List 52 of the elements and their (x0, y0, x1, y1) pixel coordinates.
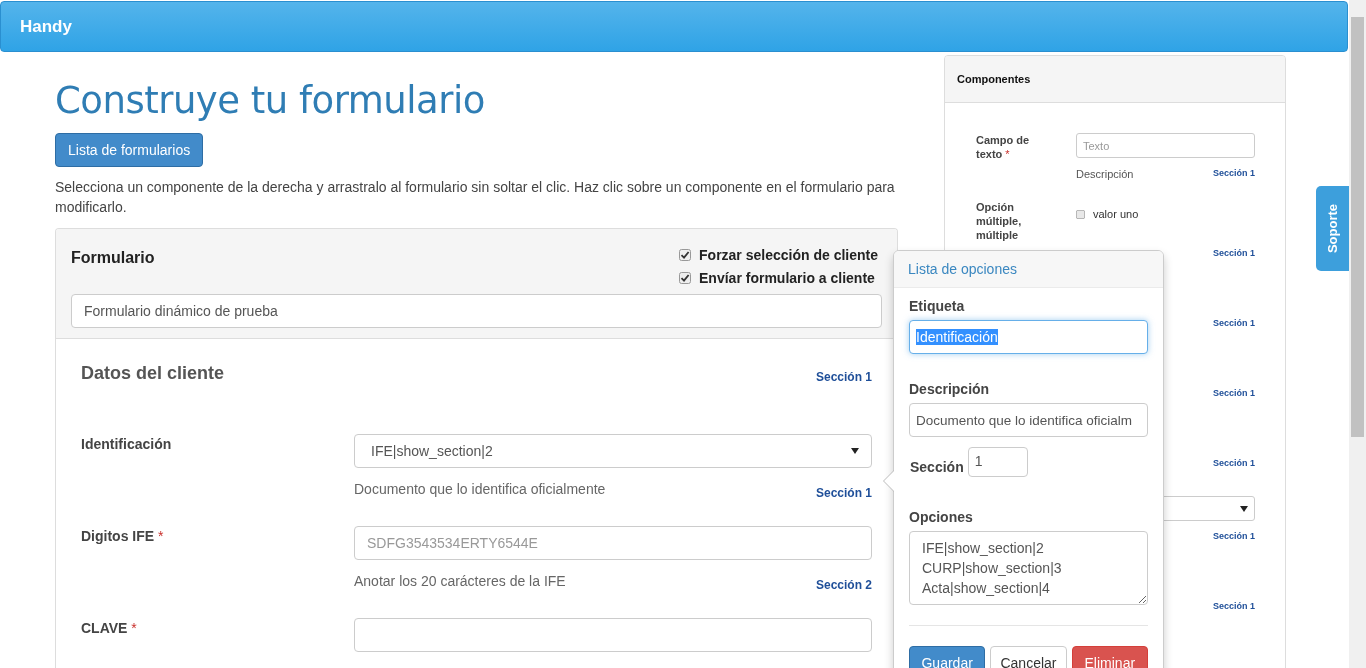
component-label: Opción múltiple, múltiple (976, 200, 1023, 242)
field-label: Identificación (81, 435, 173, 454)
scrollbar[interactable] (1349, 0, 1366, 668)
section-label: Sección 1 (815, 485, 872, 500)
field-label: Sección (910, 458, 964, 475)
field-label: Descripción (909, 381, 991, 397)
brand-link[interactable]: Handy (20, 16, 72, 37)
form-list-button[interactable]: Lista de formularios (55, 133, 204, 167)
checkbox[interactable] (1076, 209, 1085, 219)
section-title: Datos del cliente (81, 363, 225, 384)
section-label: Sección 1 (1212, 458, 1255, 468)
checked-checkbox[interactable] (679, 249, 692, 261)
description-field[interactable]: Documento que lo identifica oficialm (909, 403, 1148, 437)
select-field[interactable]: IFE|show_section|2 (354, 434, 872, 468)
field-label: Etiqueta (909, 298, 966, 314)
component-label: Campo de texto * (976, 133, 1031, 161)
page-title: Construye tu formulario (55, 79, 486, 123)
form-name-field[interactable]: Formulario dinámico de prueba (71, 294, 882, 328)
checkbox-label: Forzar selección de cliente (699, 247, 878, 263)
save-button[interactable]: Guardar (909, 646, 986, 668)
input-field[interactable] (354, 618, 872, 652)
delete-button[interactable]: Eliminar (1071, 646, 1148, 668)
option-label: valor uno (1093, 208, 1139, 220)
caret-icon (851, 448, 859, 454)
cancel-button[interactable]: Cancelar (990, 646, 1067, 668)
section-label: Sección 1 (1212, 318, 1255, 328)
section-label: Sección 1 (815, 370, 872, 384)
panel-title: Formulario (71, 249, 155, 268)
field-label: Opciones (909, 509, 974, 525)
help-text: Documento que lo identifica oficialmente (354, 481, 606, 499)
section-label: Sección 1 (1212, 168, 1255, 180)
instructions-text: Selecciona un componente de la derecha y arrastralo al formulario sin soltar el clic. Haz clic sobre un componente en el formulario para modificarlo. (55, 178, 896, 217)
help-text: Descripción (1076, 168, 1134, 180)
field-label: Digitos IFE * (81, 527, 165, 546)
help-text: Anotar los 20 carácteres de la IFE (354, 573, 566, 591)
section-label: Sección 1 (1212, 601, 1255, 611)
label-field[interactable]: Identificación (909, 320, 1148, 354)
support-tab[interactable]: Soporte (1316, 186, 1349, 271)
popover-title: Lista de opciones (908, 261, 1017, 277)
section-label: Sección 2 (815, 577, 872, 592)
panel-title: Componentes (957, 73, 1031, 85)
input-field[interactable]: Texto (1076, 133, 1255, 158)
caret-icon (1240, 505, 1248, 512)
options-field[interactable]: IFE|show_section|2 CURP|show_section|3 Acta|show_section|4 (909, 531, 1148, 605)
field-label: CLAVE * (81, 619, 138, 638)
checked-checkbox[interactable] (679, 272, 692, 284)
section-label: Sección 1 (1212, 248, 1255, 258)
section-field[interactable]: 1 (967, 447, 1028, 477)
section-label: Sección 1 (1212, 388, 1255, 398)
input-field[interactable]: SDFG3543534ERTY6544E (354, 526, 872, 560)
section-label: Sección 1 (1212, 531, 1255, 541)
checkbox-label: Envíar formulario a cliente (699, 270, 875, 286)
